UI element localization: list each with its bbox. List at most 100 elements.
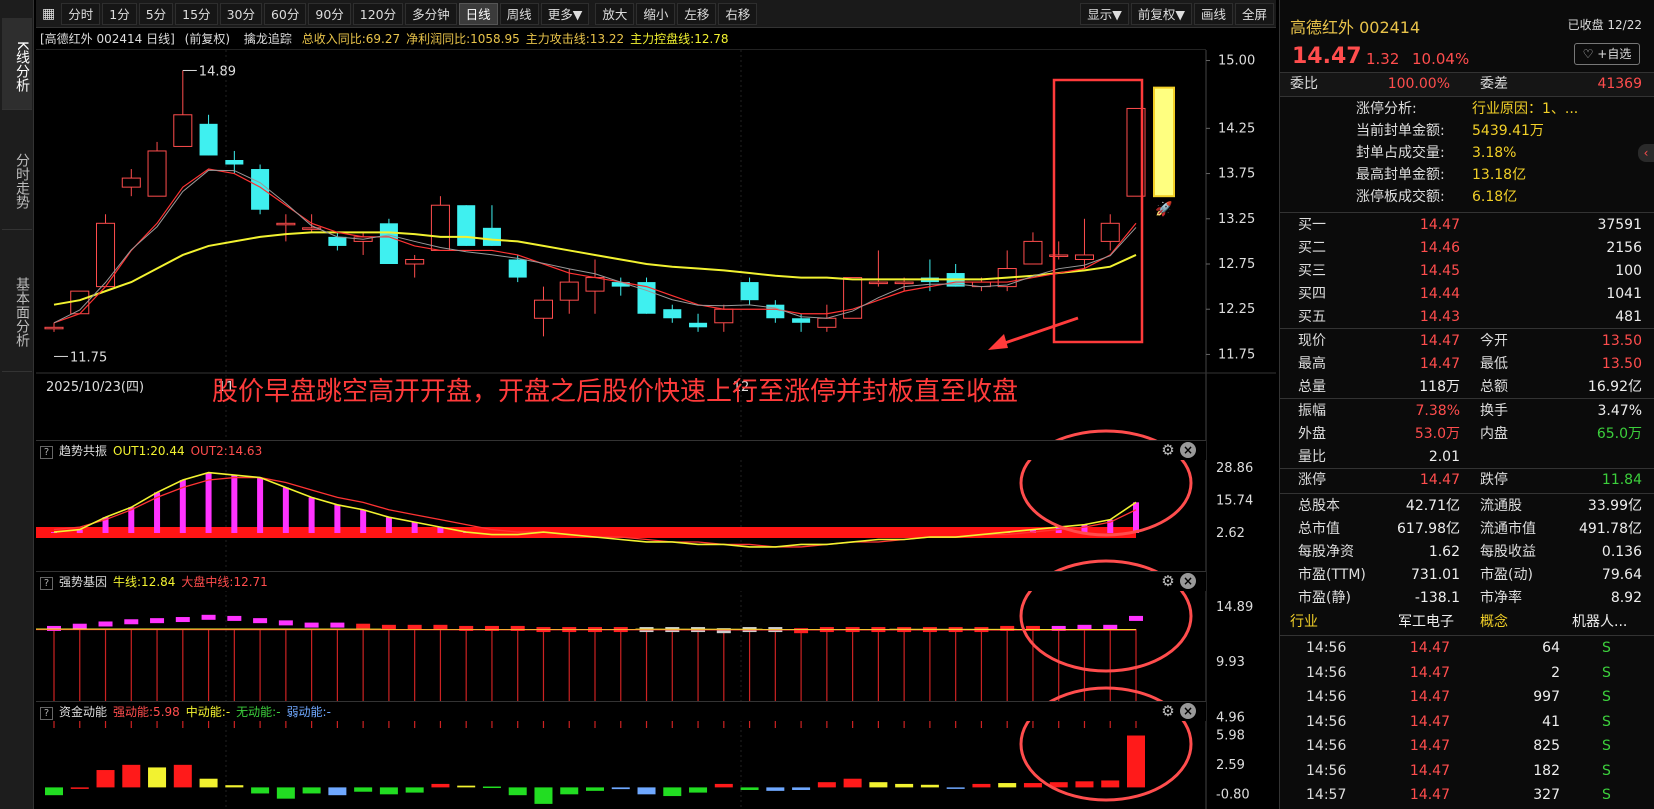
- stat-key: 量比: [1298, 449, 1326, 465]
- help-icon[interactable]: ?: [40, 446, 53, 459]
- candle-body: [276, 222, 296, 226]
- gear-icon[interactable]: ⚙: [1160, 573, 1176, 589]
- candle-body: [251, 169, 270, 210]
- sub2-block: [72, 623, 87, 629]
- close-icon[interactable]: ×: [1180, 442, 1196, 458]
- bid-level: 买三: [1298, 263, 1326, 279]
- candle-body: [1100, 222, 1120, 242]
- tick-side: S: [1602, 664, 1611, 681]
- stat-key: 最高: [1298, 356, 1326, 372]
- collapse-chevron-icon[interactable]: ‹: [1638, 144, 1654, 162]
- sub1-axis-label: 15.74: [1216, 494, 1253, 509]
- fund-value: 1.62: [1428, 544, 1460, 560]
- help-icon[interactable]: ?: [40, 707, 53, 720]
- fund-row: 总股本 42.71亿 流通股 33.99亿: [1280, 495, 1654, 518]
- gear-icon[interactable]: ⚙: [1160, 442, 1176, 458]
- period-button-7[interactable]: 120分: [352, 2, 404, 25]
- sub3-bar: [96, 770, 115, 788]
- stat-key: 外盘: [1298, 426, 1326, 442]
- main-chart-header: [高德红外 002414 日线] (前复权) 擒龙追踪 总收入同比:69.27 净…: [36, 28, 1206, 50]
- tick-time: 14:56: [1306, 713, 1347, 730]
- candle-body: [817, 317, 837, 328]
- period-button-11[interactable]: 更多▼: [540, 2, 590, 25]
- sub2-tools: ⚙ ×: [1160, 573, 1200, 589]
- action-button-0[interactable]: 放大: [595, 2, 635, 25]
- period-button-3[interactable]: 15分: [175, 2, 218, 25]
- tab-fundamental[interactable]: 基本面分析: [2, 246, 32, 372]
- sub3-bar: [689, 787, 708, 793]
- period-button-10[interactable]: 周线: [499, 2, 539, 25]
- period-button-6[interactable]: 90分: [308, 2, 351, 25]
- limit-analysis-value: 3.18%: [1472, 145, 1517, 161]
- bid-row: 买一 14.47 37591: [1280, 214, 1654, 237]
- fund-key: 市净率: [1480, 590, 1522, 606]
- main-axis-label: 15.00: [1218, 54, 1255, 69]
- sub3-bar: [740, 787, 759, 790]
- tick-side: S: [1602, 713, 1611, 730]
- sub3-bar: [1023, 783, 1042, 788]
- right-button-1[interactable]: 前复权▼: [1130, 2, 1192, 25]
- tick-row: 14:56 14.47 182 S: [1280, 760, 1654, 783]
- tab-kline-analysis[interactable]: K线分析: [2, 18, 32, 110]
- tick-side: S: [1602, 689, 1611, 705]
- sub2-header: ? 强势基因 牛线:12.84 大盘中线:12.71: [36, 571, 1206, 591]
- concept-label[interactable]: 概念: [1480, 611, 1508, 634]
- fund-key: 市盈(动): [1480, 567, 1533, 583]
- industry-label[interactable]: 行业: [1290, 611, 1318, 634]
- action-button-3[interactable]: 右移: [718, 2, 758, 25]
- candle-body: [121, 177, 141, 188]
- stat-key: 振幅: [1298, 403, 1326, 419]
- tick-price: 14.47: [1409, 689, 1450, 705]
- fq-label: (前复权): [184, 32, 231, 46]
- stat-value: 14.47: [1419, 356, 1460, 372]
- period-button-2[interactable]: 5分: [138, 2, 174, 25]
- main-axis-label: 12.75: [1218, 257, 1255, 272]
- industry-value[interactable]: 军工电子: [1398, 611, 1454, 634]
- tick-price: 14.47: [1409, 787, 1450, 803]
- bid-price: 14.47: [1419, 217, 1460, 233]
- help-icon[interactable]: ?: [40, 577, 53, 590]
- period-button-0[interactable]: 分时: [61, 2, 101, 25]
- bid-ask-ratio-row: 委比 100.00% 委差 41369: [1280, 73, 1654, 96]
- tick-side: S: [1602, 762, 1611, 779]
- fund-row: 市盈(TTM) 731.01 市盈(动) 79.64: [1280, 564, 1654, 587]
- limit-analysis-row: 最高封单金额: 13.18亿: [1280, 164, 1654, 187]
- period-button-5[interactable]: 60分: [263, 2, 307, 25]
- close-icon[interactable]: ×: [1180, 703, 1196, 719]
- concept-value[interactable]: 机器人...: [1572, 611, 1627, 634]
- right-button-0[interactable]: 显示▼: [1080, 2, 1129, 25]
- sub3-bar: [586, 787, 604, 791]
- tab-intraday[interactable]: 分时走势: [2, 126, 32, 230]
- sub2-block: [304, 622, 319, 628]
- gear-icon[interactable]: ⚙: [1160, 703, 1176, 719]
- candle-body: [792, 318, 811, 323]
- action-button-1[interactable]: 缩小: [636, 2, 676, 25]
- close-icon[interactable]: ×: [1180, 573, 1196, 589]
- right-button-2[interactable]: 画线: [1193, 2, 1233, 25]
- period-button-9[interactable]: 日线: [458, 2, 498, 25]
- add-watchlist-button[interactable]: ♡ +自选: [1574, 43, 1640, 65]
- indicator-value-1: OUT2:14.63: [190, 444, 263, 458]
- tick-price: 14.47: [1409, 664, 1450, 681]
- sub1-tools: ⚙ ×: [1160, 442, 1200, 458]
- fund-key: 市盈(TTM): [1298, 567, 1366, 583]
- period-buttons: 分时 1分 5分 15分 30分 60分 90分 120分 多分钟 日线 周线 更多▼: [61, 2, 591, 25]
- period-button-4[interactable]: 30分: [219, 2, 262, 25]
- period-button-1[interactable]: 1分: [102, 2, 137, 25]
- sub2-block: [201, 614, 216, 620]
- annotation-text: 股价早盘跳空高开开盘，开盘之后股价快速上行至涨停并封板直至收盘: [212, 377, 1019, 407]
- sub1-bar: [205, 472, 212, 533]
- grid-icon[interactable]: ▦: [38, 3, 59, 25]
- market-status: 已收盘 12/22: [1567, 18, 1642, 32]
- sub3-bar: [920, 784, 939, 788]
- period-button-8[interactable]: 多分钟: [405, 2, 457, 25]
- right-button-3[interactable]: 全屏: [1234, 2, 1274, 25]
- indicator-value-1: 净利润同比:1058.95: [406, 32, 520, 46]
- sub3-header: ? 资金动能 强动能:5.98 中动能:- 无动能:- 弱动能:-: [36, 701, 1206, 721]
- sub3-bar: [379, 787, 398, 795]
- chart-canvas[interactable]: 15.00 14.25 13.75 13.25 12.75 12.25 11.75 🚀 14.8…: [36, 28, 1276, 809]
- bid-price: 14.43: [1419, 309, 1460, 325]
- period-toolbar: ▦ 分时 1分 5分 15分 30分 60分 90分 120分 多分钟 日线 周线 更多▼ 放大 缩小左…: [36, 0, 1276, 28]
- action-button-2[interactable]: 左移: [677, 2, 717, 25]
- candle-body: [1049, 254, 1069, 257]
